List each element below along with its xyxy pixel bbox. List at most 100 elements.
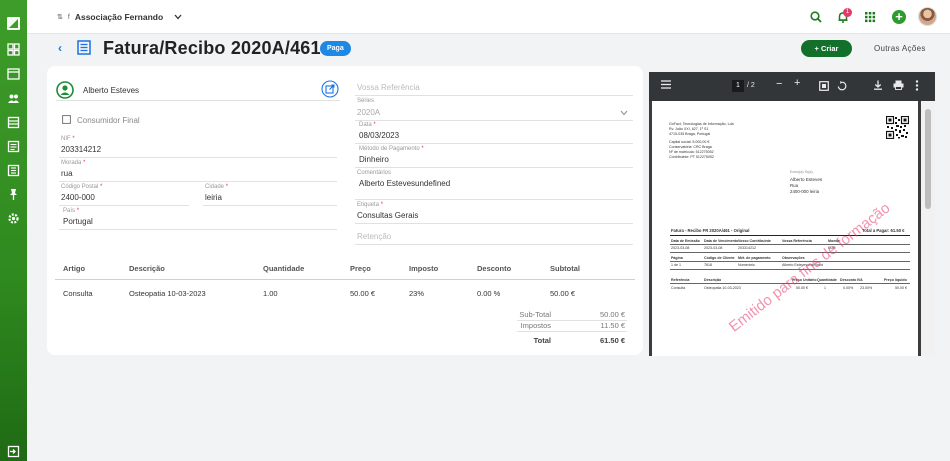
pdf-issuer-line: Rv. João XXI, 627, 1º S1	[669, 127, 709, 131]
table-row-tax[interactable]: 23%	[409, 289, 424, 298]
pdf-rotate-icon[interactable]	[837, 81, 847, 94]
tag-field[interactable]: Consultas Gerais	[357, 211, 418, 220]
pdf-issuer-line: GoFact, Tecnologias de Informação, Lda	[669, 122, 734, 126]
table-row-discount[interactable]: 0.00 %	[477, 289, 500, 298]
table-row-subtotal[interactable]: 50.00 €	[550, 289, 575, 298]
comments-label: Comentários	[357, 170, 392, 176]
pdf-issuer-meta: Capital social: 5.000,00 €	[669, 140, 710, 144]
pdf-line-value: Consulta	[671, 286, 686, 290]
pdf-page[interactable]: GoFact, Tecnologias de Informação, Lda R…	[652, 101, 918, 356]
city-field[interactable]: leiria	[205, 193, 222, 202]
pdf-zoom-out-icon[interactable]: −	[776, 78, 782, 90]
tag-label: Etiqueta *	[357, 202, 384, 208]
pdf-line-value: 0.00%	[843, 286, 854, 290]
edit-client-icon[interactable]	[321, 80, 339, 100]
org-swap-icon: ⇅	[57, 14, 63, 21]
client-user-icon	[56, 81, 74, 101]
search-icon[interactable]	[809, 10, 823, 24]
pdf-page-input[interactable]: 1	[732, 80, 744, 92]
consumer-checkbox[interactable]	[62, 115, 71, 126]
pdf-line-value: 50.00 €	[895, 286, 907, 290]
documents-icon[interactable]	[7, 116, 20, 129]
pdf-line-header: Quantidade	[817, 278, 837, 282]
user-avatar[interactable]	[918, 7, 937, 26]
apps-grid-icon[interactable]	[863, 10, 877, 24]
subtotal-label: Sub-Total	[519, 310, 551, 319]
pdf-client-city: 2400-000 leiria	[790, 189, 820, 194]
pin-icon[interactable]	[7, 188, 20, 201]
pdf-issuer-meta: Nº de matrícula: 512275052	[669, 150, 714, 154]
pdf-meta2-header: Código de Cliente	[704, 256, 735, 260]
pdf-line-value: Osteopatia 10-03-2023	[704, 286, 741, 290]
organization-switcher[interactable]: ⇅ f Associação Fernando	[57, 12, 182, 22]
pdf-scrollbar[interactable]	[921, 101, 935, 356]
payment-method-select[interactable]: Dinheiro	[359, 155, 389, 164]
pdf-download-icon[interactable]	[873, 80, 883, 93]
invoice-document-icon	[77, 40, 91, 55]
notifications-count-badge: 1	[843, 8, 852, 17]
pdf-meta2-header: Mét. de pagamento	[738, 256, 771, 260]
total-value: 61.50 €	[599, 336, 625, 345]
top-header: ⇅ f Associação Fernando 1 +	[27, 0, 950, 34]
postal-field[interactable]: 2400-000	[61, 193, 95, 202]
invoices-icon[interactable]	[7, 140, 20, 153]
col-header-description: Descrição	[129, 264, 165, 273]
pdf-meta-header: Vosso Contribuinte	[738, 239, 771, 243]
subtotal-value: 50.00 €	[599, 310, 625, 319]
comments-field[interactable]: Alberto Estevesundefined	[359, 179, 450, 188]
pdf-meta2-header: Observações	[782, 256, 805, 260]
reports-icon[interactable]	[7, 164, 20, 177]
pdf-toolbar: 1 / 2 − +	[649, 72, 935, 101]
address-label: Morada *	[61, 160, 86, 166]
table-row-price[interactable]: 50.00 €	[350, 289, 375, 298]
pdf-meta-value: 2023-03-08	[671, 246, 690, 250]
total-label: Total	[533, 336, 551, 345]
client-name[interactable]: Alberto Esteves	[83, 86, 139, 95]
pdf-print-icon[interactable]	[893, 80, 904, 93]
reference-input[interactable]: Vossa Referência	[357, 83, 420, 92]
address-field[interactable]: rua	[61, 169, 73, 178]
dashboard-icon[interactable]	[7, 43, 20, 56]
series-chevron-down-icon[interactable]	[620, 109, 628, 118]
chevron-down-icon	[174, 12, 182, 22]
calendar-icon[interactable]	[7, 67, 20, 80]
org-name: Associação Fernando	[74, 12, 164, 22]
pdf-more-options-icon[interactable]	[915, 80, 919, 94]
app-logo-icon[interactable]	[7, 17, 20, 30]
table-row-description[interactable]: Osteopatia 10-03-2023	[129, 289, 206, 298]
page-title: Fatura/Recibo 2020A/461	[103, 38, 321, 58]
col-header-discount: Desconto	[477, 264, 512, 273]
pdf-zoom-in-icon[interactable]: +	[794, 77, 800, 89]
country-label: País *	[63, 208, 80, 214]
more-actions-button[interactable]: Outras Ações	[874, 44, 926, 53]
date-field[interactable]: 08/03/2023	[359, 131, 399, 140]
retention-input[interactable]: Retenção	[357, 232, 391, 241]
settings-gear-icon[interactable]	[7, 212, 20, 225]
pdf-meta2-value: 1 de 1	[671, 263, 681, 267]
pdf-meta2-header: Página	[671, 256, 683, 260]
back-chevron-icon[interactable]: ‹	[58, 41, 62, 55]
create-button[interactable]: + Criar	[801, 40, 852, 57]
pdf-line-header: Referência	[671, 278, 690, 282]
logout-icon[interactable]	[7, 445, 20, 458]
consumer-label: Consumidor Final	[77, 116, 140, 125]
quick-add-plus-icon[interactable]: +	[892, 10, 906, 24]
table-row-quantity[interactable]: 1.00	[263, 289, 278, 298]
pdf-preview: 1 / 2 − + GoFact, Tecnologias de Informa…	[649, 72, 935, 356]
country-field[interactable]: Portugal	[63, 217, 93, 226]
table-row-article[interactable]: Consulta	[63, 289, 93, 298]
sidebar	[0, 0, 27, 461]
pdf-client-street: Rua	[790, 183, 799, 188]
series-select[interactable]: 2020A	[357, 108, 380, 117]
pdf-line-value: 23.00%	[860, 286, 873, 290]
nif-field[interactable]: 203314212	[61, 145, 101, 154]
taxes-label: Impostos	[520, 321, 551, 330]
pdf-menu-icon[interactable]	[661, 80, 671, 92]
pdf-meta2-value: Numerário	[738, 263, 755, 267]
col-header-quantity: Quantidade	[263, 264, 305, 273]
pdf-meta-header: Data de Vencimento	[704, 239, 739, 243]
users-icon[interactable]	[7, 92, 20, 105]
col-header-tax: Imposto	[409, 264, 439, 273]
pdf-fit-page-icon[interactable]	[819, 81, 829, 94]
pdf-watermark: Emitido para fins de formação	[725, 199, 894, 336]
